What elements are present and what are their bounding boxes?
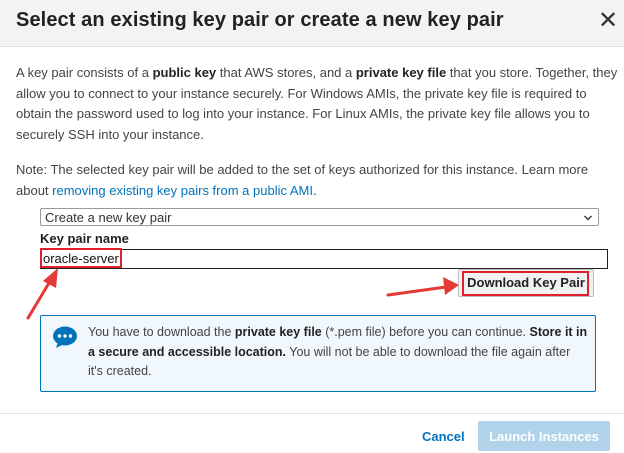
arrow-to-input	[26, 268, 58, 320]
key-pair-select[interactable]: Create a new key pair	[40, 208, 599, 226]
arrow-to-download	[386, 277, 459, 297]
remove-key-pairs-link[interactable]: removing existing key pairs from a publi…	[52, 183, 313, 198]
chevron-down-icon	[584, 215, 592, 221]
footer-divider	[0, 413, 624, 414]
key-pair-name-label: Key pair name	[40, 231, 129, 246]
key-pair-name-input[interactable]	[40, 249, 608, 269]
input-highlight-box	[40, 248, 122, 268]
info-text: You have to download the private key fil…	[88, 325, 588, 378]
close-icon[interactable]: ✕	[596, 8, 620, 34]
select-value: Create a new key pair	[45, 210, 172, 225]
dialog-header: Select an existing key pair or create a …	[0, 0, 624, 47]
key-pair-description: A key pair consists of a public key that…	[16, 65, 618, 142]
dialog-title: Select an existing key pair or create a …	[16, 9, 504, 31]
launch-instances-button[interactable]: Launch Instances	[478, 421, 610, 451]
note-text: Note: The selected key pair will be adde…	[16, 162, 589, 198]
download-highlight-box	[462, 271, 589, 296]
chat-bubble-icon	[53, 326, 77, 348]
cancel-button[interactable]: Cancel	[422, 429, 465, 444]
